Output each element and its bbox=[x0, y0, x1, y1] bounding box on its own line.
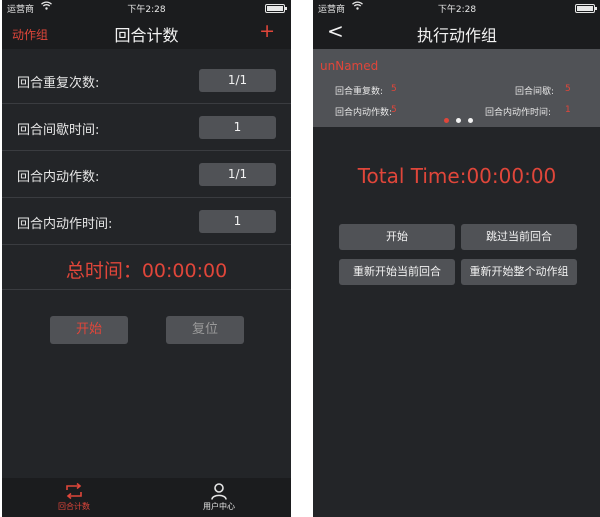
setting-label: 回合重复次数: bbox=[17, 76, 100, 91]
page-indicator-dot[interactable] bbox=[468, 118, 473, 123]
setting-label: 回合间歇时间: bbox=[17, 123, 100, 138]
setting-label: 回合内动作数: bbox=[17, 170, 100, 185]
page-indicator-dot[interactable] bbox=[456, 118, 461, 123]
tab-bar: 回合计数 用户中心 bbox=[2, 478, 291, 517]
total-time-display: 总时间：00:00:00 bbox=[65, 260, 228, 282]
setting-label: 回合内动作时间: bbox=[17, 217, 113, 232]
tab-user-center[interactable]: 用户中心 bbox=[147, 478, 291, 517]
tab-round-counter[interactable]: 回合计数 bbox=[2, 478, 146, 517]
battery-icon bbox=[575, 4, 597, 13]
stat-label: 回合内动作数: bbox=[335, 108, 393, 118]
setting-row-action-time: 回合内动作时间: 1 bbox=[2, 198, 291, 245]
page-title: 回合计数 bbox=[114, 26, 179, 45]
stat-label: 回合间歇: bbox=[515, 87, 555, 97]
nav-bar: 动作组 回合计数 + bbox=[2, 16, 291, 49]
setting-row-round-rest: 回合间歇时间: 1 bbox=[2, 104, 291, 151]
skip-round-button[interactable]: 跳过当前回合 bbox=[461, 224, 577, 250]
round-repeat-field[interactable]: 1/1 bbox=[199, 69, 276, 92]
user-icon bbox=[209, 482, 229, 500]
start-button[interactable]: 开始 bbox=[50, 316, 128, 344]
group-name: unNamed bbox=[320, 59, 379, 73]
setting-row-round-repeat: 回合重复次数: 1/1 bbox=[2, 57, 291, 104]
divider bbox=[2, 289, 291, 290]
action-count-field[interactable]: 1/1 bbox=[199, 163, 276, 186]
action-time-field[interactable]: 1 bbox=[199, 210, 276, 233]
start-button[interactable]: 开始 bbox=[339, 224, 455, 250]
stat-value: 5 bbox=[391, 84, 397, 94]
reset-button[interactable]: 复位 bbox=[166, 316, 244, 344]
action-group-card[interactable]: unNamed 回合重复数: 5 回合间歇: 5 回合内动作数: 5 回合内动作… bbox=[313, 49, 600, 127]
page-title: 执行动作组 bbox=[416, 26, 497, 45]
battery-icon bbox=[265, 4, 287, 13]
round-rest-field[interactable]: 1 bbox=[199, 116, 276, 139]
stat-value: 5 bbox=[565, 84, 571, 94]
tab-label: 用户中心 bbox=[203, 502, 235, 511]
nav-bar: < 执行动作组 bbox=[313, 16, 600, 49]
round-counter-screen: 运营商 下午2:28 动作组 回合计数 + 回合重复次数: 1/1 回合间歇时间… bbox=[2, 0, 291, 517]
status-time: 下午2:28 bbox=[127, 5, 166, 15]
add-icon[interactable]: + bbox=[259, 20, 275, 42]
status-bar: 运营商 下午2:28 bbox=[2, 0, 291, 16]
stat-value: 1 bbox=[565, 105, 571, 115]
total-time-display: Total Time:00:00:00 bbox=[357, 164, 557, 188]
setting-row-action-count: 回合内动作数: 1/1 bbox=[2, 151, 291, 198]
stat-label: 回合内动作时间: bbox=[485, 108, 552, 118]
stat-label: 回合重复数: bbox=[335, 87, 384, 97]
tab-label: 回合计数 bbox=[58, 502, 90, 511]
status-bar: 运营商 下午2:28 bbox=[313, 0, 600, 16]
repeat-icon bbox=[64, 482, 84, 500]
restart-round-button[interactable]: 重新开始当前回合 bbox=[339, 259, 455, 285]
restart-group-button[interactable]: 重新开始整个动作组 bbox=[461, 259, 577, 285]
stat-value: 5 bbox=[391, 105, 397, 115]
page-indicator-dot-active[interactable] bbox=[444, 118, 449, 123]
run-action-group-screen: 运营商 下午2:28 < 执行动作组 unNamed 回合重复数: 5 回合间歇… bbox=[313, 0, 600, 517]
status-time: 下午2:28 bbox=[437, 5, 477, 15]
